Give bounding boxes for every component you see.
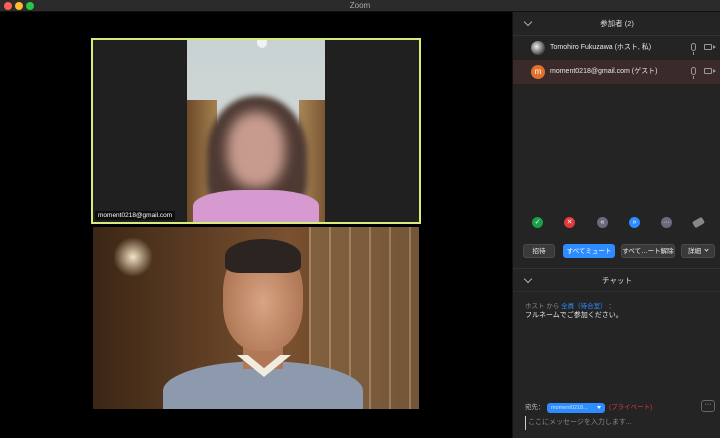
video-tile-name-label: moment0218@gmail.com [95,211,176,220]
yes-checkmark-icon[interactable]: ✓ [532,217,543,228]
video-tile-active-speaker[interactable]: moment0218@gmail.com [91,38,421,224]
background-lamp [113,237,153,277]
window-title: Zoom [349,1,371,10]
go-slower-icon[interactable]: « [597,217,608,228]
video-area: moment0218@gmail.com [0,12,512,438]
chat-title: チャット [602,276,632,285]
title-bar: Zoom [0,0,720,12]
recipient-label: 宛先： [525,404,545,411]
video-camera-icon[interactable] [704,68,716,74]
clear-eraser-icon[interactable] [691,216,706,229]
ceiling-light [257,40,267,48]
participant-name: moment0218@gmail.com (ゲスト) [550,68,658,75]
microphone-icon[interactable] [691,67,696,79]
participant-name: Tomohiro Fukuzawa (ホスト, 私) [550,44,652,51]
chevron-down-icon [704,247,709,252]
unmute-all-button[interactable]: すべて…ート解除 [621,244,675,258]
invite-button[interactable]: 招待 [523,244,555,258]
chat-message-input[interactable] [525,416,715,430]
go-faster-icon[interactable]: » [629,217,640,228]
message-recipient: 全員（待合室） [561,303,607,310]
chat-message-text: フルネームでご参加ください。 [525,312,623,319]
chat-recipient-row: 宛先： moment0218... (プライベート) ··· [525,400,715,414]
more-options-button[interactable]: 詳細 [681,244,715,258]
video-tile-self[interactable] [93,227,419,409]
chat-header: チャット [513,268,720,292]
video-camera-icon[interactable] [704,44,716,50]
recipient-select[interactable]: moment0218... [547,403,605,413]
chat-message-meta: ホスト から 全員（待合室） ： [525,300,615,310]
participant-hair [225,239,301,273]
participant-actions: 招待 すべてミュート すべて…ート解除 詳細 [513,244,720,260]
microphone-icon[interactable] [691,43,696,55]
message-separator: ： [608,303,615,310]
mute-all-button[interactable]: すべてミュート [563,244,615,258]
participant-row[interactable]: m moment0218@gmail.com (ゲスト) [513,60,720,84]
chat-more-button[interactable]: ··· [701,400,715,412]
message-sender: ホスト [525,303,545,310]
message-from-word: から [546,303,560,310]
participant-video-feed [187,40,325,222]
avatar: m [531,65,545,79]
private-indicator: (プライベート) [609,404,653,411]
nonverbal-feedback-bar: ✓ ✕ « » ··· [513,216,720,231]
no-cross-icon[interactable]: ✕ [564,217,575,228]
avatar [531,41,545,55]
participant-shirt [193,190,319,222]
more-reactions-icon[interactable]: ··· [661,217,672,228]
side-panel: 参加者 (2) Tomohiro Fukuzawa (ホスト, 私) m mom… [512,12,720,438]
participant-row[interactable]: Tomohiro Fukuzawa (ホスト, 私) [513,36,720,60]
participants-title: 参加者 (2) [600,19,634,28]
participants-header: 参加者 (2) [513,12,720,36]
participant-face-blurred [227,112,285,188]
more-options-label: 詳細 [688,248,701,255]
